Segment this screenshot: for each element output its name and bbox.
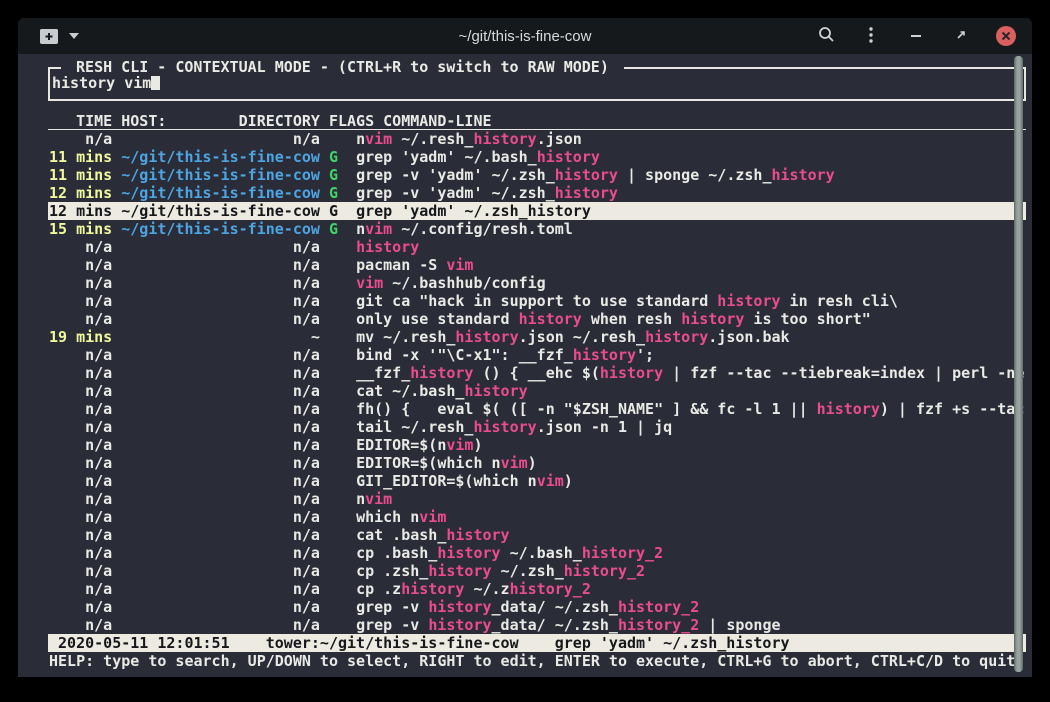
history-row[interactable]: n/a n/a EDITOR=$(nvim) bbox=[48, 436, 1026, 454]
history-row[interactable]: n/a n/a cat .bash_history bbox=[48, 526, 1026, 544]
terminal-screen[interactable]: RESH CLI - CONTEXTUAL MODE - (CTRL+R to … bbox=[18, 54, 1032, 677]
resh-search-box[interactable]: RESH CLI - CONTEXTUAL MODE - (CTRL+R to … bbox=[48, 67, 1026, 101]
history-row[interactable]: n/a n/a fh() { eval $( ([ -n "$ZSH_NAME"… bbox=[48, 400, 1026, 418]
resh-mode-title: RESH CLI - CONTEXTUAL MODE - (CTRL+R to … bbox=[61, 58, 624, 76]
history-row[interactable]: n/a n/a history bbox=[48, 238, 1026, 256]
history-row[interactable]: n/a n/a only use standard history when r… bbox=[48, 310, 1026, 328]
scrollbar-thumb[interactable] bbox=[1014, 56, 1023, 672]
history-row[interactable]: n/a n/a vim ~/.bashhub/config bbox=[48, 274, 1026, 292]
history-row[interactable]: n/a n/a __fzf_history () { __ehc $(histo… bbox=[48, 364, 1026, 382]
history-row[interactable]: 15 mins ~/git/this-is-fine-cow G nvim ~/… bbox=[48, 220, 1026, 238]
history-row[interactable]: n/a n/a tail ~/.resh_history.json -n 1 |… bbox=[48, 418, 1026, 436]
history-row[interactable]: n/a n/a cp .zhistory ~/.zhistory_2 bbox=[48, 580, 1026, 598]
restore-button[interactable] bbox=[951, 26, 971, 46]
history-row[interactable]: n/a n/a grep -v history_data/ ~/.zsh_his… bbox=[48, 616, 1026, 634]
history-row[interactable]: n/a n/a which nvim bbox=[48, 508, 1026, 526]
menu-button[interactable] bbox=[861, 26, 881, 46]
history-row[interactable]: n/a n/a pacman -S vim bbox=[48, 256, 1026, 274]
help-line: HELP: type to search, UP/DOWN to select,… bbox=[48, 652, 1026, 670]
history-row[interactable]: 11 mins ~/git/this-is-fine-cow G grep -v… bbox=[48, 166, 1026, 184]
dropdown-caret-icon bbox=[69, 33, 79, 39]
status-bar: 2020-05-11 12:01:51 tower:~/git/this-is-… bbox=[48, 634, 1026, 652]
menu-kebab-icon bbox=[868, 26, 874, 47]
history-row[interactable]: n/a n/a nvim bbox=[48, 490, 1026, 508]
history-row-selected[interactable]: 12 mins ~/git/this-is-fine-cow G grep 'y… bbox=[48, 202, 1026, 220]
history-row[interactable]: n/a n/a grep -v history_data/ ~/.zsh_his… bbox=[48, 598, 1026, 616]
history-row[interactable]: n/a n/a cat ~/.bash_history bbox=[48, 382, 1026, 400]
history-row[interactable]: n/a n/a git ca "hack in support to use s… bbox=[48, 292, 1026, 310]
search-button[interactable] bbox=[816, 26, 836, 46]
terminal-window: ~/git/this-is-fine-cow bbox=[18, 18, 1032, 677]
history-row[interactable]: n/a n/a nvim ~/.resh_history.json bbox=[48, 130, 1026, 148]
titlebar[interactable]: ~/git/this-is-fine-cow bbox=[18, 18, 1032, 54]
history-row[interactable]: n/a n/a cp .bash_history ~/.bash_history… bbox=[48, 544, 1026, 562]
new-tab-button[interactable] bbox=[40, 29, 58, 44]
search-icon bbox=[818, 26, 835, 46]
history-row[interactable]: 12 mins ~/git/this-is-fine-cow G grep -v… bbox=[48, 184, 1026, 202]
history-row[interactable]: 11 mins ~/git/this-is-fine-cow G grep 'y… bbox=[48, 148, 1026, 166]
new-tab-dropdown-button[interactable] bbox=[68, 26, 80, 46]
history-row[interactable]: n/a n/a EDITOR=$(which nvim) bbox=[48, 454, 1026, 472]
history-table: TIME HOST: DIRECTORY FLAGS COMMAND-LINE … bbox=[48, 112, 1026, 670]
restore-icon bbox=[955, 29, 967, 44]
history-row[interactable]: n/a n/a GIT_EDITOR=$(which nvim) bbox=[48, 472, 1026, 490]
history-row[interactable]: n/a n/a bind -x '"\C-x1": __fzf_history'… bbox=[48, 346, 1026, 364]
minimize-button[interactable] bbox=[906, 26, 926, 46]
close-button[interactable] bbox=[996, 26, 1016, 46]
minimize-icon bbox=[911, 35, 921, 37]
text-cursor bbox=[151, 75, 160, 90]
close-icon bbox=[1001, 29, 1011, 44]
search-query-text: history vim bbox=[52, 74, 151, 92]
history-row[interactable]: n/a n/a cp .zsh_history ~/.zsh_history_2 bbox=[48, 562, 1026, 580]
desktop: { "window": { "title": "~/git/this-is-fi… bbox=[0, 0, 1050, 702]
table-header: TIME HOST: DIRECTORY FLAGS COMMAND-LINE bbox=[48, 112, 1026, 130]
history-row[interactable]: 19 mins ~ mv ~/.resh_history.json ~/.res… bbox=[48, 328, 1026, 346]
